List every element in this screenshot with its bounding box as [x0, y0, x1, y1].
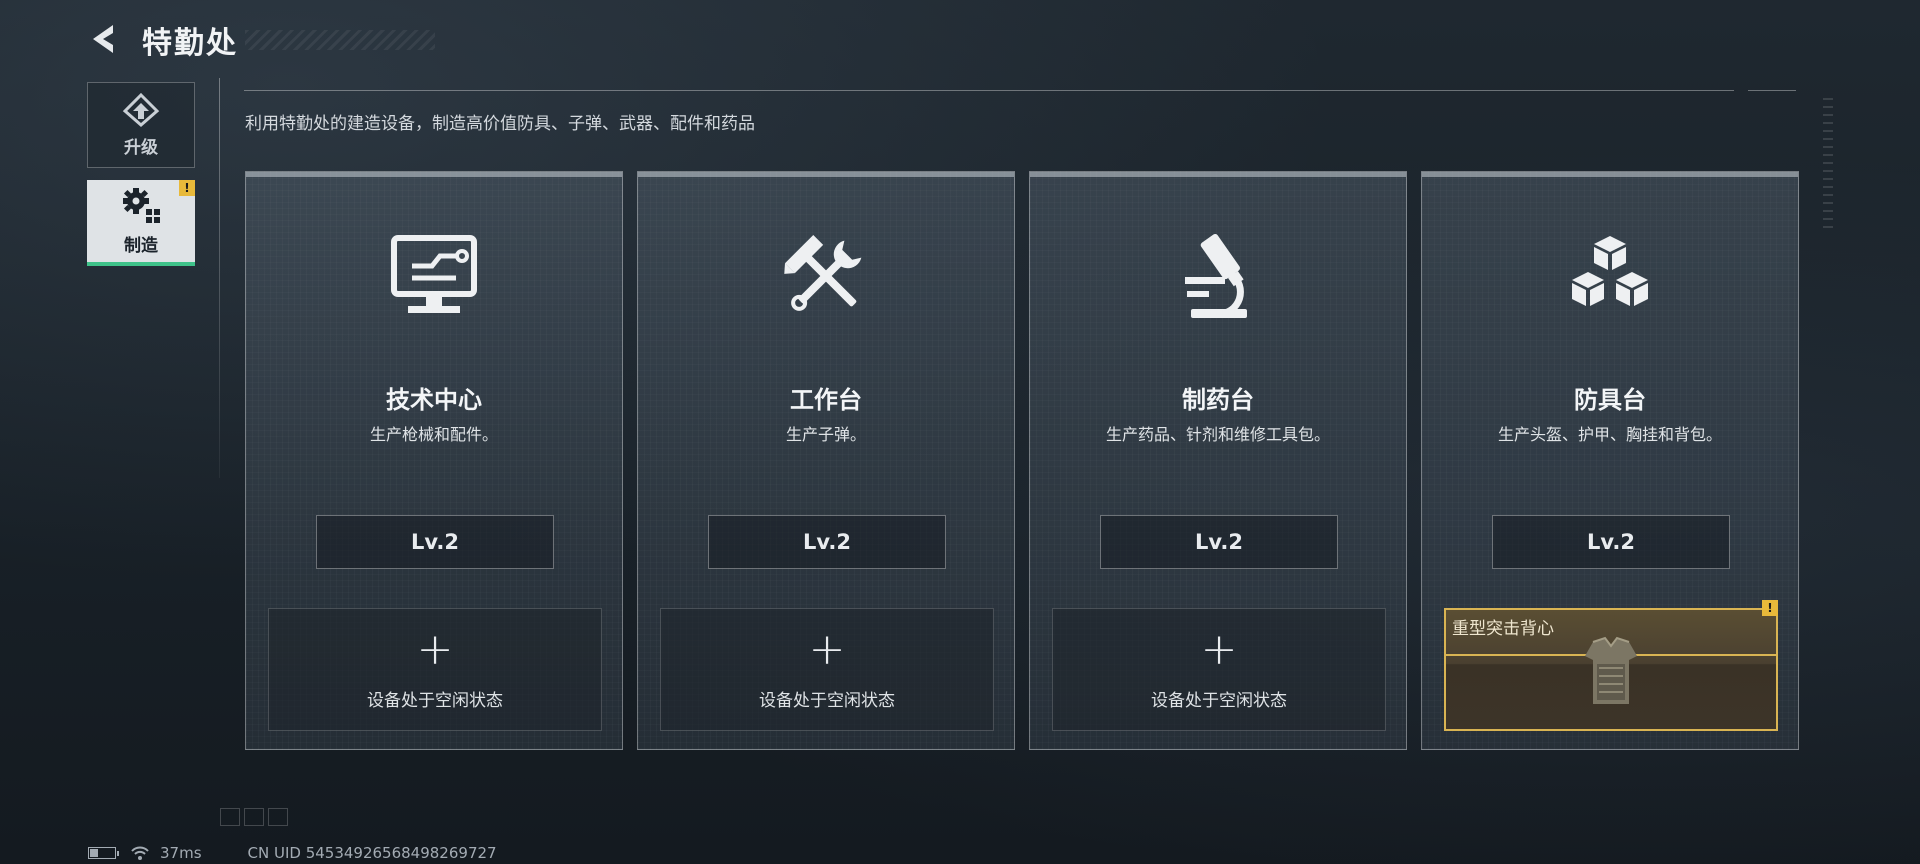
plus-icon: +: [808, 624, 846, 675]
station-description: 生产头盔、护甲、胸挂和背包。: [1497, 425, 1722, 444]
side-decoration: [1823, 98, 1833, 228]
nav-tab-craft[interactable]: 制造 !: [87, 180, 195, 266]
hammer-wrench-icon: [776, 226, 876, 326]
producing-item-name: 重型突击背心: [1452, 619, 1554, 639]
production-slot[interactable]: + 设备处于空闲状态: [268, 608, 602, 731]
station-level: Lv.2: [708, 515, 946, 569]
microscope-icon: [1168, 226, 1268, 326]
divider-line-end: [1748, 90, 1796, 91]
slot-status: 设备处于空闲状态: [759, 691, 895, 711]
station-card-workbench[interactable]: 工作台 生产子弹。 Lv.2 + 设备处于空闲状态: [637, 171, 1015, 750]
station-card-tech-center[interactable]: 技术中心 生产枪械和配件。 Lv.2 + 设备处于空闲状态: [245, 171, 623, 750]
station-description: 生产子弹。: [785, 425, 866, 444]
special-ops-screen: 特勤处 升级 制造 ! 利用特勤处的建造设备，制造高价值防具、子弹、武器、配件和…: [0, 0, 1920, 864]
wifi-icon: [131, 846, 149, 860]
battery-icon: [88, 847, 119, 859]
nav-tab-upgrade[interactable]: 升级: [87, 82, 195, 168]
plus-icon: +: [1200, 624, 1238, 675]
station-title: 技术中心: [386, 386, 482, 414]
station-title: 防具台: [1574, 386, 1646, 414]
nav-label-craft: 制造: [124, 235, 158, 256]
station-description: 生产枪械和配件。: [369, 425, 498, 444]
alert-badge: !: [1762, 600, 1778, 616]
computer-icon: [384, 226, 484, 326]
alert-badge: !: [179, 180, 195, 196]
station-description: 生产药品、针剂和维修工具包。: [1105, 425, 1330, 444]
armor-vest-icon: [1585, 636, 1637, 704]
back-button[interactable]: [84, 18, 126, 60]
gears-icon: [123, 187, 160, 223]
production-slot[interactable]: + 设备处于空闲状态: [660, 608, 994, 731]
station-title: 工作台: [790, 386, 862, 414]
production-slot-active[interactable]: 重型突击背心 !: [1444, 600, 1778, 731]
status-bar: 37ms CN UID 54534926568498269727: [88, 843, 497, 863]
slot-status: 设备处于空闲状态: [1151, 691, 1287, 711]
nav-label-upgrade: 升级: [124, 137, 158, 158]
plus-icon: +: [416, 624, 454, 675]
user-uid: CN UID 54534926568498269727: [247, 844, 497, 862]
production-slot[interactable]: + 设备处于空闲状态: [1052, 608, 1386, 731]
nav-divider: [219, 78, 220, 478]
page-title: 特勤处: [142, 26, 238, 61]
bottom-decoration: [220, 808, 300, 826]
slot-status: 设备处于空闲状态: [367, 691, 503, 711]
divider-line: [244, 90, 1734, 91]
station-level: Lv.2: [1100, 515, 1338, 569]
back-arrow-icon: [93, 25, 113, 53]
upgrade-icon: [122, 92, 160, 127]
station-level: Lv.2: [316, 515, 554, 569]
station-title: 制药台: [1182, 386, 1254, 414]
cubes-icon: [1560, 226, 1660, 326]
page-description: 利用特勤处的建造设备，制造高价值防具、子弹、武器、配件和药品: [245, 114, 755, 134]
title-decoration: [245, 30, 435, 50]
station-card-armor-bench[interactable]: 防具台 生产头盔、护甲、胸挂和背包。 Lv.2 重型突击背心 !: [1421, 171, 1799, 750]
station-level: Lv.2: [1492, 515, 1730, 569]
ping-value: 37ms: [160, 844, 202, 862]
station-card-pharmacy[interactable]: 制药台 生产药品、针剂和维修工具包。 Lv.2 + 设备处于空闲状态: [1029, 171, 1407, 750]
